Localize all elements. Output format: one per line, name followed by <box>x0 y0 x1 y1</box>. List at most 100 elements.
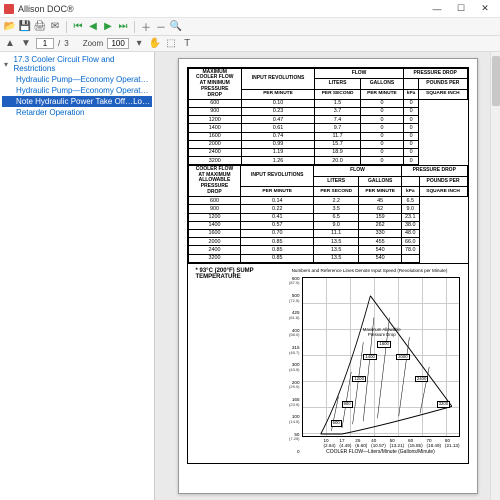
table-cell: 9.0 <box>314 221 359 229</box>
nav-next-icon[interactable]: ▶ <box>102 21 114 33</box>
table-cell: 0 <box>403 140 418 148</box>
table-cell: 3200 <box>188 157 241 165</box>
table-cell: 1.26 <box>241 157 314 165</box>
page-separator: / <box>58 39 60 48</box>
minimize-button[interactable]: — <box>426 2 448 16</box>
table-cell: 0 <box>360 140 403 148</box>
tree-item[interactable]: Hydraulic Pump—Economy Operation <box>2 85 152 96</box>
table-cell: 1200 <box>188 116 241 124</box>
table-cell: 6.5 <box>314 213 359 221</box>
table-cell: 900 <box>188 205 241 213</box>
table-max-pressure-drop: COOLER FLOWAT MAXIMUMALLOWABLEPRESSUREDR… <box>188 165 468 262</box>
table-cell: 3200 <box>188 254 241 262</box>
chart-x-label: COOLER FLOW—Liters/Minute (Gallons/Minut… <box>302 448 460 455</box>
tree-item[interactable]: Note Hydraulic Power Take Off…Lockup Ope… <box>2 96 152 107</box>
table-cell: 900 <box>188 107 241 115</box>
table-cell: 3.5 <box>314 205 359 213</box>
speed-label: 2000 <box>396 354 410 361</box>
main-toolbar: 📂 💾 🖨 ✉ ⏮ ◀ ▶ ⏭ ＋ － 🔍 <box>0 18 500 36</box>
separator <box>134 21 135 33</box>
table-cell: 13.5 <box>314 254 359 262</box>
table-cell: 2400 <box>188 246 241 254</box>
select-icon[interactable]: ⬚ <box>165 38 177 50</box>
speed-label: 3200 <box>437 401 451 408</box>
table-cell: 0 <box>403 99 418 107</box>
document-viewport[interactable]: MAXIMUMCOOLER FLOWAT MINIMUMPRESSUREDROP… <box>155 52 500 500</box>
tree-item[interactable]: Retarder Operation <box>2 107 152 118</box>
table-cell: 0.61 <box>241 124 314 132</box>
table-cell: 0.47 <box>241 116 314 124</box>
zoom-input[interactable] <box>107 38 129 49</box>
table-cell: 7.4 <box>315 116 361 124</box>
vertical-scrollbar[interactable] <box>490 52 500 500</box>
find-icon[interactable]: 🔍 <box>170 21 182 33</box>
y-tick: 400(58.0) <box>289 329 299 338</box>
sump-title: * 93°C (200°F) SUMP TEMPERATURE <box>192 268 272 459</box>
table-cell: 0.85 <box>241 238 314 246</box>
table-cell: 0.85 <box>241 246 314 254</box>
page-current-input[interactable] <box>36 38 54 49</box>
print-icon[interactable]: 🖨 <box>34 21 46 33</box>
table-cell: 0.57 <box>241 221 314 229</box>
hand-icon[interactable]: ✋ <box>149 38 161 50</box>
table-cell: 18.9 <box>315 148 361 156</box>
table-cell: 0.22 <box>241 205 314 213</box>
nav-prev-icon[interactable]: ◀ <box>87 21 99 33</box>
tree-root[interactable]: ▾ 17.3 Cooler Circuit Flow and Restricti… <box>2 54 152 74</box>
chart-note-top: Numbers and Reference Lines Denote Input… <box>276 268 464 275</box>
main-area: ▾ 17.3 Cooler Circuit Flow and Restricti… <box>0 52 500 500</box>
table-cell: 6.5 <box>401 197 419 205</box>
table-cell: 0.23 <box>241 107 314 115</box>
table-min-pressure-drop: MAXIMUMCOOLER FLOWAT MINIMUMPRESSUREDROP… <box>188 68 468 165</box>
page-up-icon[interactable]: ▲ <box>4 38 16 50</box>
y-tick: 0 <box>297 450 300 455</box>
maximize-button[interactable]: ☐ <box>450 2 472 16</box>
table-cell: 0.74 <box>241 132 314 140</box>
table-cell: 48.0 <box>401 229 419 237</box>
zoom-out-icon[interactable]: － <box>155 21 167 33</box>
chart-x-axis: 10(2.64)17(4.49)25(6.60)40(10.57)50(13.2… <box>302 437 460 448</box>
close-button[interactable]: ✕ <box>474 2 496 16</box>
y-tick: 500(72.5) <box>289 294 299 303</box>
open-icon[interactable]: 📂 <box>4 21 16 33</box>
table-cell: 0 <box>360 148 403 156</box>
table-cell: 0.85 <box>241 254 314 262</box>
table-cell: 455 <box>359 238 402 246</box>
x-tick: 25(6.60) <box>355 438 367 448</box>
tree-item[interactable]: Hydraulic Pump—Economy Operation <box>2 74 152 85</box>
nav-first-icon[interactable]: ⏮ <box>72 21 84 33</box>
collapse-icon[interactable]: ▾ <box>4 60 12 69</box>
table-cell: 13.5 <box>314 246 359 254</box>
table-cell: 1400 <box>188 124 241 132</box>
scrollbar-thumb[interactable] <box>492 56 500 106</box>
document-page: MAXIMUMCOOLER FLOWAT MINIMUMPRESSUREDROP… <box>178 58 478 494</box>
table-cell: 15.7 <box>315 140 361 148</box>
zoom-label: Zoom <box>83 39 103 48</box>
zoom-dropdown-icon[interactable]: ▾ <box>133 38 145 50</box>
table-cell: 600 <box>188 197 241 205</box>
speed-label: 1600 <box>377 341 391 348</box>
table-cell: 159 <box>359 213 402 221</box>
table-cell: 20.0 <box>315 157 361 165</box>
page-total: 3 <box>64 39 68 48</box>
table-cell: 0 <box>360 107 403 115</box>
table-cell: 11.1 <box>314 229 359 237</box>
speed-label: 2400 <box>415 376 429 383</box>
chart-plot: Maximum Allowable Pressure Drop 60090012… <box>302 277 460 437</box>
table-cell: 78.0 <box>401 246 419 254</box>
chart-y-axis: 600(87.0)500(72.5)425(61.6)400(58.0)315(… <box>280 277 302 455</box>
table-cell: 0.41 <box>241 213 314 221</box>
table-cell: 540 <box>359 254 402 262</box>
zoom-in-icon[interactable]: ＋ <box>140 21 152 33</box>
chart-section: * 93°C (200°F) SUMP TEMPERATURE Numbers … <box>188 263 468 463</box>
nav-last-icon[interactable]: ⏭ <box>117 21 129 33</box>
table-cell: 23.1 <box>401 213 419 221</box>
mail-icon[interactable]: ✉ <box>49 21 61 33</box>
x-tick: 17(4.49) <box>339 438 351 448</box>
table-cell: 2000 <box>188 140 241 148</box>
page-down-icon[interactable]: ▼ <box>20 38 32 50</box>
save-icon[interactable]: 💾 <box>19 21 31 33</box>
table-cell: 3.7 <box>315 107 361 115</box>
table-cell: 45 <box>359 197 402 205</box>
text-icon[interactable]: T <box>181 38 193 50</box>
